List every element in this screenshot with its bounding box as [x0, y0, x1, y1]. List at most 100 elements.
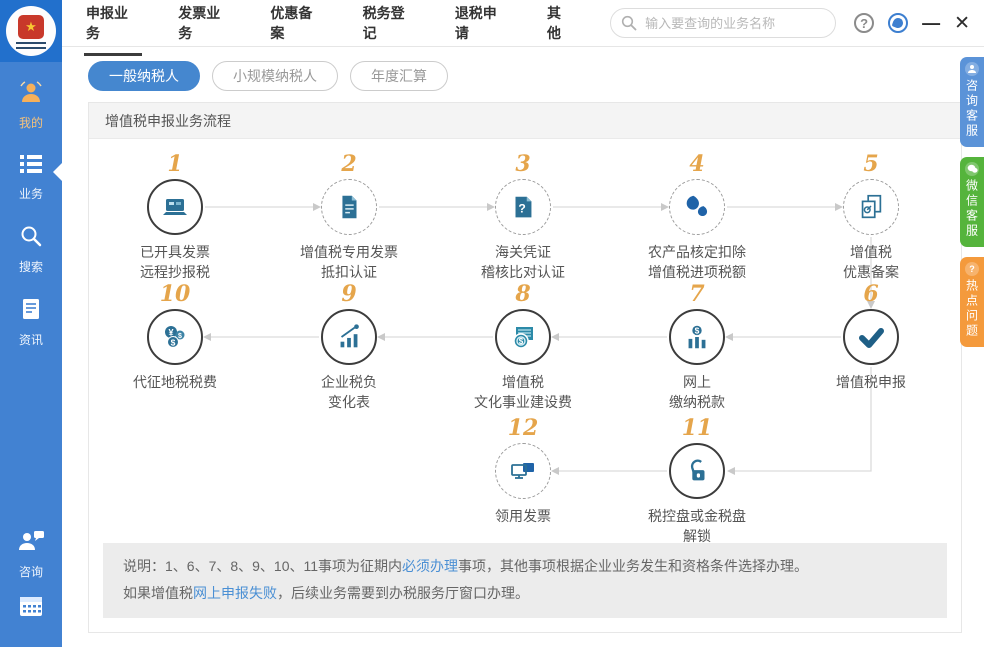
tab-declare-business[interactable]: 申报业务	[84, 0, 142, 56]
flow-step[interactable]: 9 企业税负 变化表	[269, 281, 429, 413]
help-icon[interactable]: ?	[854, 13, 874, 33]
sidebar-item-search[interactable]: 搜索	[0, 224, 62, 275]
user-icon	[18, 80, 44, 109]
tab-preferential-record[interactable]: 优惠备案	[268, 0, 326, 56]
vat-flow-panel: 增值税申报业务流程	[88, 102, 962, 633]
online-declare-fail-link[interactable]: 网上申报失败	[193, 585, 277, 601]
minimize-button[interactable]: —	[922, 14, 940, 32]
flow-step[interactable]: 3 ? 海关凭证 稽核比对认证	[443, 151, 603, 283]
app-window: ★ 我的 业务 搜索	[0, 0, 984, 647]
record-doc-icon	[843, 179, 899, 235]
main-content: 一般纳税人 小规模纳税人 年度汇算 增值税申报业务流程	[88, 47, 962, 633]
flow-step[interactable]: 5 增值税 优惠备案	[791, 151, 951, 283]
step-number: 10	[95, 281, 255, 307]
sidebar-item-label: 搜索	[19, 258, 43, 275]
sidebar-item-mine[interactable]: 我的	[0, 80, 62, 131]
svg-text:$: $	[178, 333, 182, 340]
flow-step[interactable]: 7 $ 网上 缴纳税款	[617, 281, 777, 413]
culture-fee-icon: $	[495, 309, 551, 365]
step-number: 7	[617, 281, 777, 307]
search-icon	[621, 15, 637, 36]
list-icon	[18, 153, 44, 180]
flow-step[interactable]: 6 增值税申报	[791, 281, 951, 392]
window-controls: ? — ✕	[854, 13, 970, 33]
flow-step[interactable]: 1 已开具发票 远程抄报税	[95, 151, 255, 283]
flow-step[interactable]: 4 农产品核定扣除 增值税进项税额	[617, 151, 777, 283]
must-handle-link[interactable]: 必须办理	[402, 558, 458, 574]
customer-service-icon[interactable]	[888, 13, 908, 33]
question-icon: ?	[965, 262, 979, 276]
logo-emblem-icon: ★	[6, 6, 56, 56]
flow-diagram: 1 已开具发票 远程抄报税 2 增值税专用发票 抵扣认证 3	[89, 139, 961, 543]
tab-other[interactable]: 其他	[545, 0, 576, 56]
sidebar-item-business[interactable]: 业务	[0, 153, 62, 202]
step-label: 税控盘或金税盘 解锁	[617, 506, 777, 547]
tab-hot-questions[interactable]: ? 热点问题	[960, 257, 984, 347]
sidebar-item-calendar[interactable]	[0, 594, 62, 623]
step-number: 5	[791, 151, 951, 177]
news-icon	[20, 297, 42, 326]
sidebar-item-label: 我的	[19, 114, 43, 131]
active-section-notch	[53, 163, 62, 181]
calendar-icon	[18, 594, 44, 623]
sidebar-bottom: 咨询	[0, 529, 62, 637]
pill-small-scale-taxpayer[interactable]: 小规模纳税人	[212, 61, 338, 91]
search-box	[610, 8, 836, 38]
search-icon	[19, 224, 43, 253]
top-bar: 申报业务 发票业务 优惠备案 税务登记 退税申请 其他 ? — ✕	[62, 0, 984, 47]
sidebar-item-label: 资讯	[19, 331, 43, 348]
step-number: 12	[443, 415, 603, 441]
tab-invoice-business[interactable]: 发票业务	[176, 0, 234, 56]
person-icon	[965, 62, 979, 76]
wechat-icon	[965, 162, 979, 176]
step-label: 农产品核定扣除 增值税进项税额	[617, 242, 777, 283]
svg-text:$: $	[519, 337, 524, 346]
flow-step[interactable]: 12 领用发票	[443, 415, 603, 526]
note-line-1: 说明：1、6、7、8、9、10、11事项为征期内必须办理事项，其他事项根据企业业…	[123, 553, 927, 580]
tab-wechat-service[interactable]: 微信客服	[960, 157, 984, 247]
flow-step[interactable]: 10 ¥$$ 代征地税税费	[95, 281, 255, 392]
sidebar-item-consult[interactable]: 咨询	[0, 529, 62, 580]
pill-general-taxpayer[interactable]: 一般纳税人	[88, 61, 200, 91]
search-input[interactable]	[610, 8, 836, 38]
step-label: 增值税专用发票 抵扣认证	[269, 242, 429, 283]
pill-annual-settlement[interactable]: 年度汇算	[350, 61, 448, 91]
laptop-icon	[147, 179, 203, 235]
svg-text:$: $	[171, 338, 176, 348]
step-label: 已开具发票 远程抄报税	[95, 242, 255, 283]
svg-text:¥: ¥	[168, 328, 173, 338]
note-box: 说明：1、6、7、8、9、10、11事项为征期内必须办理事项，其他事项根据企业业…	[103, 543, 947, 618]
sidebar-item-label: 业务	[19, 185, 43, 202]
flow-step[interactable]: 11 税控盘或金税盘 解锁	[617, 415, 777, 547]
step-label: 增值税 优惠备案	[791, 242, 951, 283]
tab-tax-refund[interactable]: 退税申请	[453, 0, 511, 56]
step-label: 代征地税税费	[95, 372, 255, 392]
pay-bars-icon: $	[669, 309, 725, 365]
chart-up-icon	[321, 309, 377, 365]
close-button[interactable]: ✕	[954, 14, 970, 33]
customs-doc-icon: ?	[495, 179, 551, 235]
note-text: 如果增值税	[123, 585, 193, 601]
flow-step[interactable]: 2 增值税专用发票 抵扣认证	[269, 151, 429, 283]
step-label: 增值税申报	[791, 372, 951, 392]
tab-label: 热点问题	[964, 279, 981, 339]
svg-text:?: ?	[518, 202, 525, 216]
step-number: 4	[617, 151, 777, 177]
flow-step[interactable]: 8 $ 增值税 文化事业建设费	[443, 281, 603, 413]
svg-text:$: $	[695, 326, 700, 336]
tax-bureau-logo: ★	[0, 0, 62, 62]
sidebar-item-news[interactable]: 资讯	[0, 297, 62, 348]
tab-tax-registration[interactable]: 税务登记	[361, 0, 419, 56]
check-icon	[843, 309, 899, 365]
step-label: 增值税 文化事业建设费	[443, 372, 603, 413]
tab-consult-service[interactable]: 咨询客服	[960, 57, 984, 147]
monitors-icon	[495, 443, 551, 499]
taxpayer-type-pills: 一般纳税人 小规模纳税人 年度汇算	[88, 61, 962, 91]
step-label: 领用发票	[443, 506, 603, 526]
panel-title: 增值税申报业务流程	[89, 103, 961, 139]
coins-icon: ¥$$	[147, 309, 203, 365]
unlock-icon	[669, 443, 725, 499]
top-nav: 申报业务 发票业务 优惠备案 税务登记 退税申请 其他	[84, 0, 610, 56]
step-label: 网上 缴纳税款	[617, 372, 777, 413]
chat-person-icon	[17, 529, 45, 558]
